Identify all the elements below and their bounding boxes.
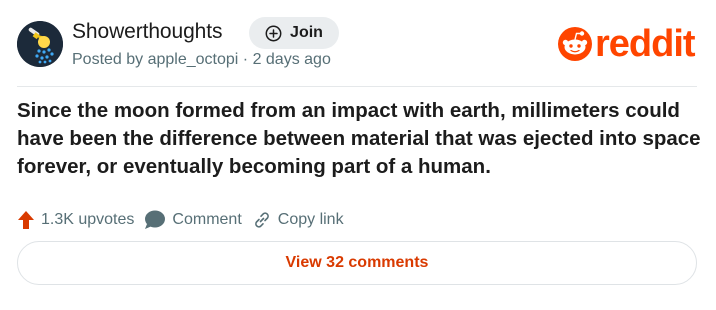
join-label: Join: [290, 24, 323, 41]
header-divider: [17, 86, 697, 87]
view-comments-button[interactable]: View 32 comments: [17, 241, 697, 285]
upvote-count: 1.3K upvotes: [41, 211, 135, 228]
subreddit-avatar[interactable]: [17, 21, 63, 67]
lightbulb-shower-icon: [17, 21, 63, 67]
comment-button[interactable]: Comment: [144, 210, 242, 230]
post-actions: 1.3K upvotes Comment Copy link: [17, 209, 354, 231]
subreddit-name[interactable]: Showerthoughts: [72, 20, 222, 44]
post-title[interactable]: Since the moon formed from an impact wit…: [17, 97, 707, 181]
plus-circle-icon: [265, 25, 282, 41]
upvote-arrow-icon: [18, 211, 34, 229]
speech-bubble-icon: [145, 210, 166, 229]
post-meta: Posted by apple_octopi · 2 days ago: [72, 51, 331, 68]
upvote-button[interactable]: 1.3K upvotes: [17, 210, 134, 230]
comment-label: Comment: [172, 211, 242, 228]
reddit-logo[interactable]: reddit: [558, 23, 696, 65]
copy-link-label: Copy link: [277, 211, 344, 228]
copy-link-button[interactable]: Copy link: [252, 210, 344, 230]
join-button[interactable]: Join: [249, 17, 339, 49]
snoo-icon: [558, 27, 592, 61]
reddit-wordmark: reddit: [595, 23, 696, 65]
view-comments-label: View 32 comments: [285, 254, 429, 271]
link-icon: [254, 212, 269, 228]
